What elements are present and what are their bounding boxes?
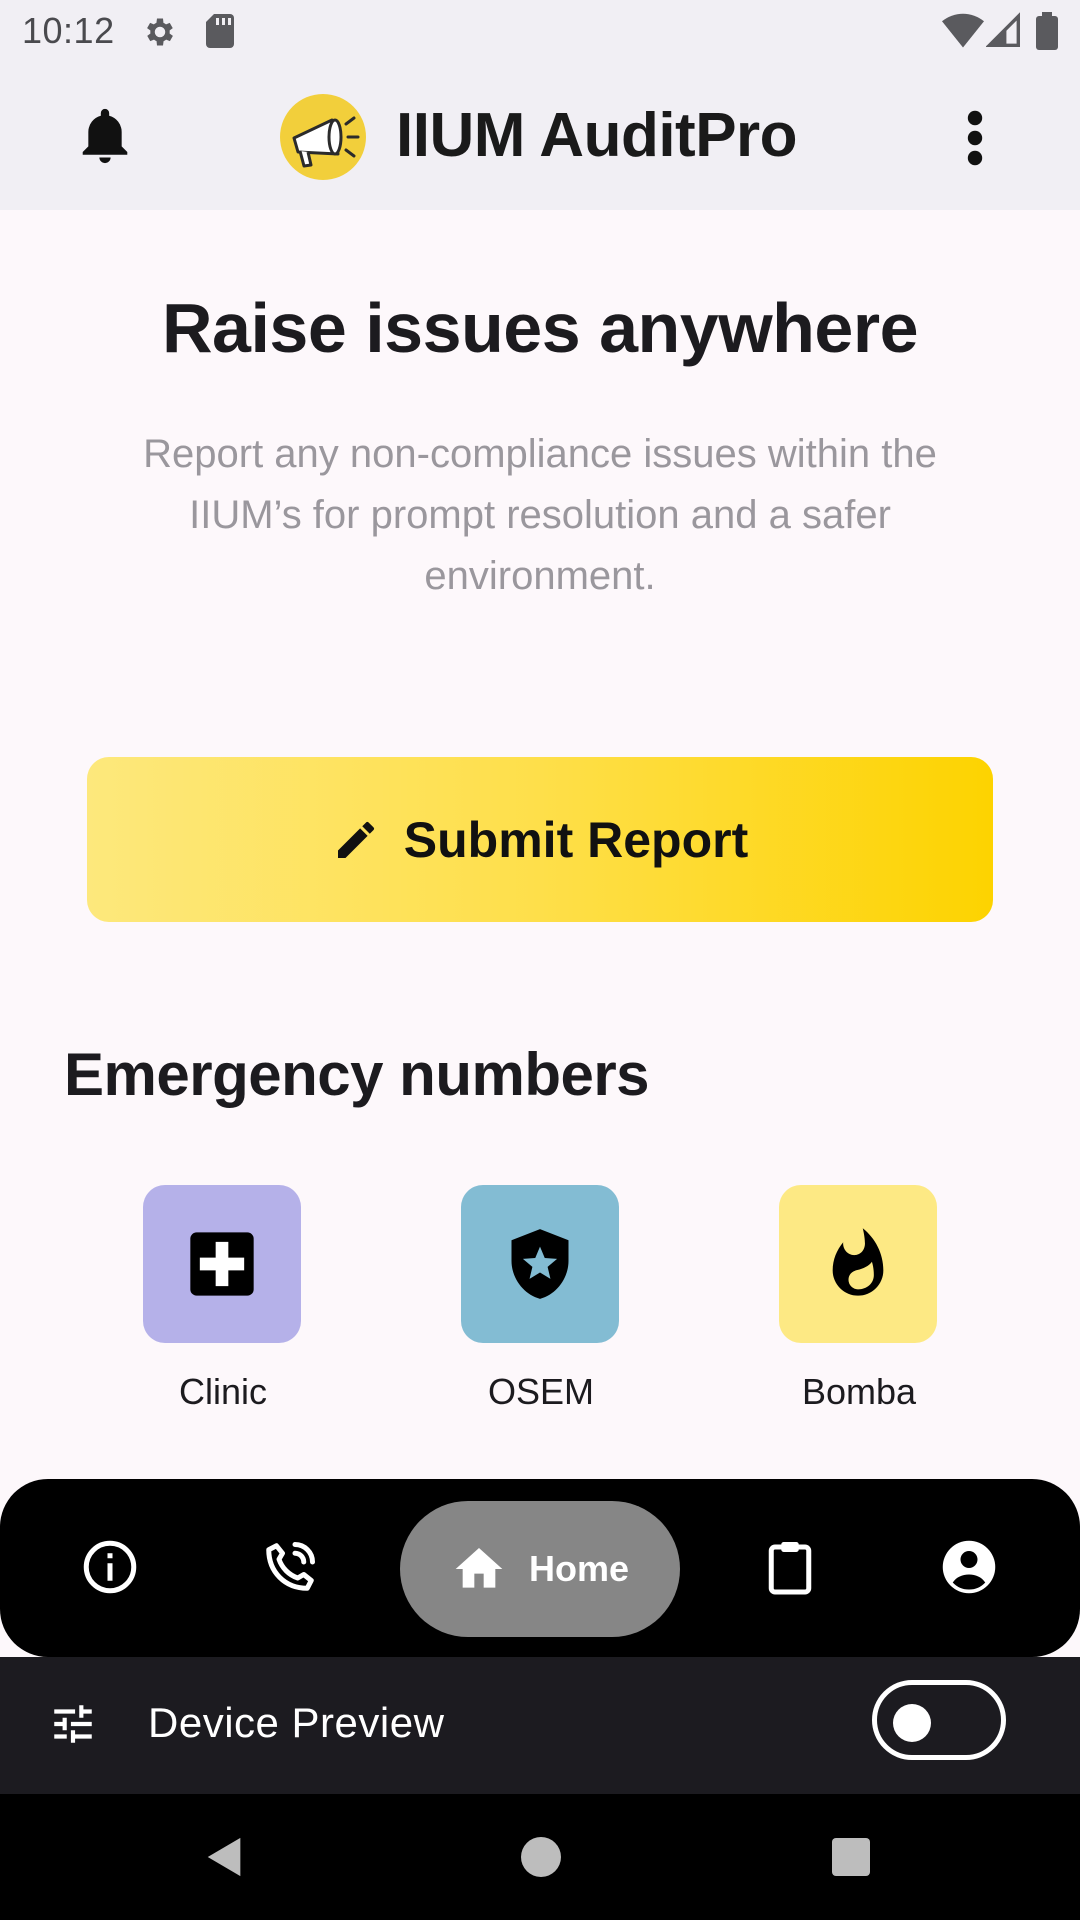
emergency-item-clinic[interactable]: Clinic <box>143 1185 303 1412</box>
clipboard-icon[interactable] <box>760 1537 820 1597</box>
emergency-label: Clinic <box>178 1371 267 1412</box>
medical-cross-icon <box>190 1232 254 1296</box>
shield-star-icon <box>511 1229 569 1299</box>
app-title: IIUM AuditPro <box>396 101 798 170</box>
submit-report-button[interactable]: Submit Report <box>87 757 993 922</box>
battery-icon <box>1036 12 1058 50</box>
info-icon[interactable] <box>80 1537 140 1597</box>
tune-icon[interactable] <box>48 1699 98 1749</box>
system-nav-bar <box>0 1794 1080 1920</box>
nav-home-label: Home <box>528 1548 630 1589</box>
submit-report-label: Submit Report <box>403 811 749 868</box>
emergency-tile <box>461 1185 619 1343</box>
bottom-nav: Home <box>0 1479 1080 1657</box>
status-bar: 10:12 <box>0 0 1080 64</box>
emergency-item-osem[interactable]: OSEM <box>461 1185 621 1412</box>
megaphone-icon <box>292 116 360 168</box>
sd-card-icon <box>206 14 234 48</box>
recents-icon[interactable] <box>832 1838 870 1876</box>
emergency-section-title: Emergency numbers <box>64 1041 650 1108</box>
home-icon <box>455 1548 503 1588</box>
app-bar: IIUM AuditPro <box>0 64 1080 210</box>
back-icon[interactable] <box>202 1834 248 1880</box>
bell-icon[interactable] <box>80 108 130 164</box>
device-preview-label: Device Preview <box>148 1699 445 1746</box>
more-vert-icon[interactable] <box>960 108 990 168</box>
phone-icon[interactable] <box>260 1537 320 1597</box>
page-headline: Raise issues anywhere <box>161 289 919 367</box>
device-preview-bar: Device Preview <box>0 1657 1080 1794</box>
emergency-label: Bomba <box>801 1371 917 1412</box>
emergency-tile <box>143 1185 301 1343</box>
pencil-icon <box>337 821 374 858</box>
home-circle-icon[interactable] <box>521 1837 561 1877</box>
fire-icon <box>832 1228 884 1296</box>
app-logo <box>280 94 366 180</box>
device-preview-toggle[interactable] <box>872 1680 1006 1760</box>
emergency-label: OSEM <box>487 1371 594 1412</box>
status-time: 10:12 <box>22 10 115 51</box>
nav-home-button[interactable]: Home <box>400 1501 680 1637</box>
gear-icon <box>147 18 173 46</box>
page-subtext: Report any non-compliance issues within … <box>143 432 937 598</box>
toggle-knob <box>893 1704 931 1742</box>
wifi-icon <box>942 13 984 48</box>
account-icon[interactable] <box>939 1537 999 1597</box>
emergency-tile <box>779 1185 937 1343</box>
emergency-item-bomba[interactable]: Bomba <box>779 1185 939 1412</box>
signal-icon <box>986 12 1020 47</box>
